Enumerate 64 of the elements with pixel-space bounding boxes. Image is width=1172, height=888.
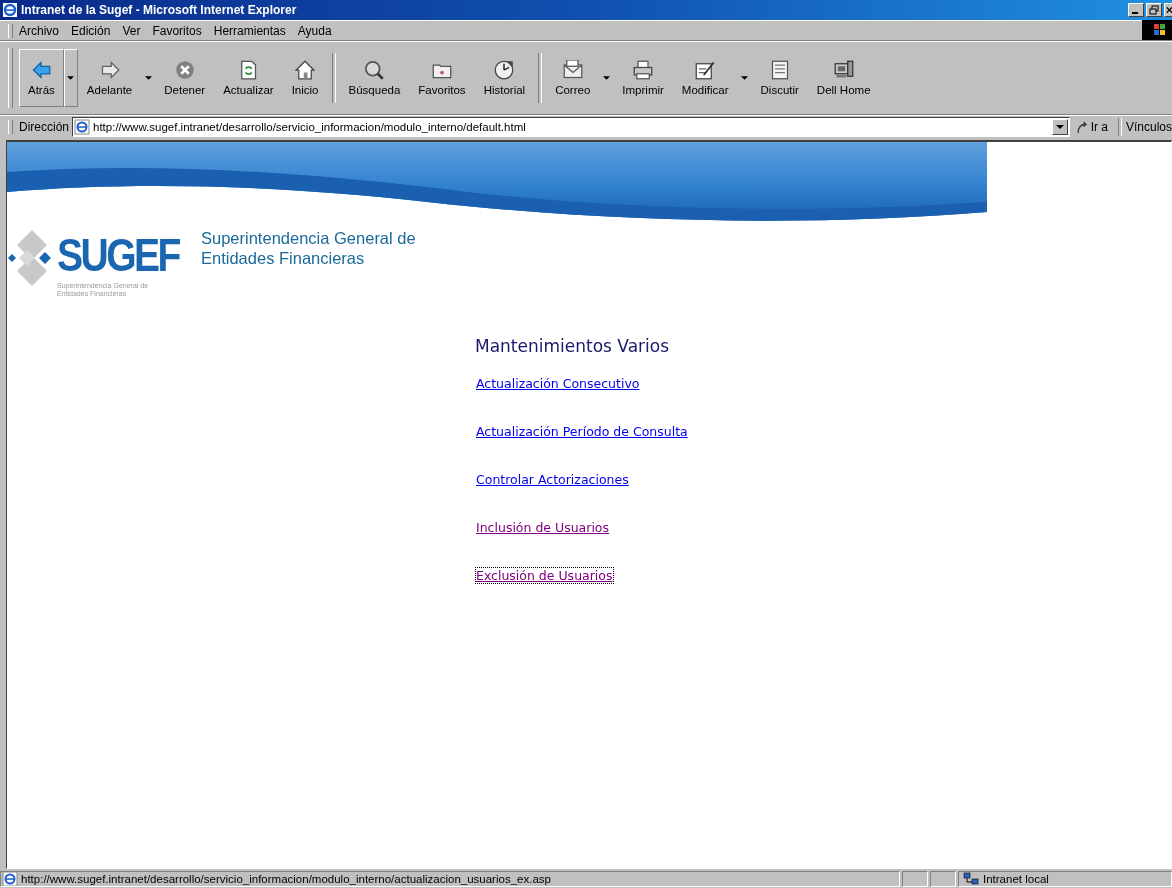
page-icon: [74, 119, 90, 135]
dropdown-button[interactable]: [1051, 119, 1068, 135]
refresh-icon: [238, 60, 259, 80]
status-text: http://www.sugef.intranet/desarrollo/servicio_informacion/modulo_interno/actualizacion_usuarios_ex.asp: [21, 873, 551, 885]
organization-name: Superintendencia General de Entidades Financieras: [201, 228, 417, 268]
status-pane: [902, 871, 928, 887]
clock-icon: [494, 60, 515, 80]
menu-item[interactable]: Archivo: [19, 23, 59, 38]
caret-icon: [67, 76, 75, 80]
document-icon: [769, 60, 790, 80]
minimize-icon: [1132, 12, 1138, 14]
printer-icon: [633, 60, 654, 80]
toolbar-button[interactable]: Atrás: [19, 49, 64, 107]
restore-icon: [1148, 5, 1160, 15]
caret-icon: [741, 76, 748, 80]
caret-icon: [602, 76, 610, 80]
minimize-button[interactable]: [1128, 3, 1144, 17]
caret-icon: [144, 76, 152, 80]
page-link[interactable]: Actualización Período de Consulta: [475, 423, 689, 440]
toolbar-button[interactable]: Favoritos: [409, 49, 475, 107]
toolbar-button[interactable]: Adelante: [77, 49, 142, 107]
edit-page-icon: [695, 60, 716, 80]
toolbar-button[interactable]: Inicio: [282, 49, 328, 107]
menu-item[interactable]: Herramientas: [213, 23, 286, 38]
toolbar-button[interactable]: Búsqueda: [339, 49, 410, 107]
section-title: Mantenimientos Varios: [475, 336, 671, 356]
links-toolbar[interactable]: Vínculos: [1126, 120, 1172, 134]
window-title: Intranet de la Sugef - Microsoft Internet Explorer: [21, 3, 297, 17]
stop-icon: [174, 60, 195, 80]
status-pane: [930, 871, 956, 887]
home-icon: [295, 60, 316, 80]
toolbar-button[interactable]: Dell Home: [807, 49, 880, 107]
address-field[interactable]: http://www.sugef.intranet/desarrollo/servicio_informacion/modulo_interno/default.html: [72, 117, 1070, 137]
toolbar-button[interactable]: Detener: [155, 49, 215, 107]
envelope-icon: [562, 60, 583, 80]
toolbar-button[interactable]: Imprimir: [613, 49, 673, 107]
network-icon: [963, 872, 979, 886]
close-icon: [1165, 5, 1172, 15]
computer-icon: [833, 60, 854, 80]
page-link[interactable]: Controlar Actorizaciones: [475, 471, 630, 488]
caret-icon: [1055, 124, 1064, 130]
page-link[interactable]: Inclusión de Usuarios: [475, 519, 611, 536]
back-arrow-icon: [31, 60, 52, 80]
restore-button[interactable]: [1146, 3, 1162, 17]
toolbar-button[interactable]: Actualizar: [214, 49, 283, 107]
search-icon: [364, 60, 385, 80]
toolbar-button[interactable]: Modificar: [672, 49, 738, 107]
toolbar-button[interactable]: Correo: [546, 49, 600, 107]
close-button[interactable]: [1164, 3, 1172, 17]
address-label: Dirección: [19, 120, 69, 134]
menu-item[interactable]: Favoritos: [152, 23, 202, 38]
forward-arrow-icon: [99, 60, 120, 80]
logo-wordmark: SUGEF: [57, 228, 179, 282]
page-link[interactable]: Actualización Consecutivo: [475, 375, 641, 392]
page-link[interactable]: Exclusión de Usuarios: [475, 567, 614, 584]
menu-item[interactable]: Ayuda: [297, 23, 332, 38]
browser-icon: [2, 2, 18, 18]
menu-item[interactable]: Edición: [71, 23, 111, 38]
toolbar-button[interactable]: Discutir: [751, 49, 808, 107]
security-zone: Intranet local: [983, 873, 1049, 885]
go-arrow-icon: [1075, 120, 1089, 134]
windows-logo-icon: [1142, 20, 1172, 40]
menu-item[interactable]: Ver: [122, 23, 141, 38]
toolbar-button[interactable]: Historial: [474, 49, 535, 107]
